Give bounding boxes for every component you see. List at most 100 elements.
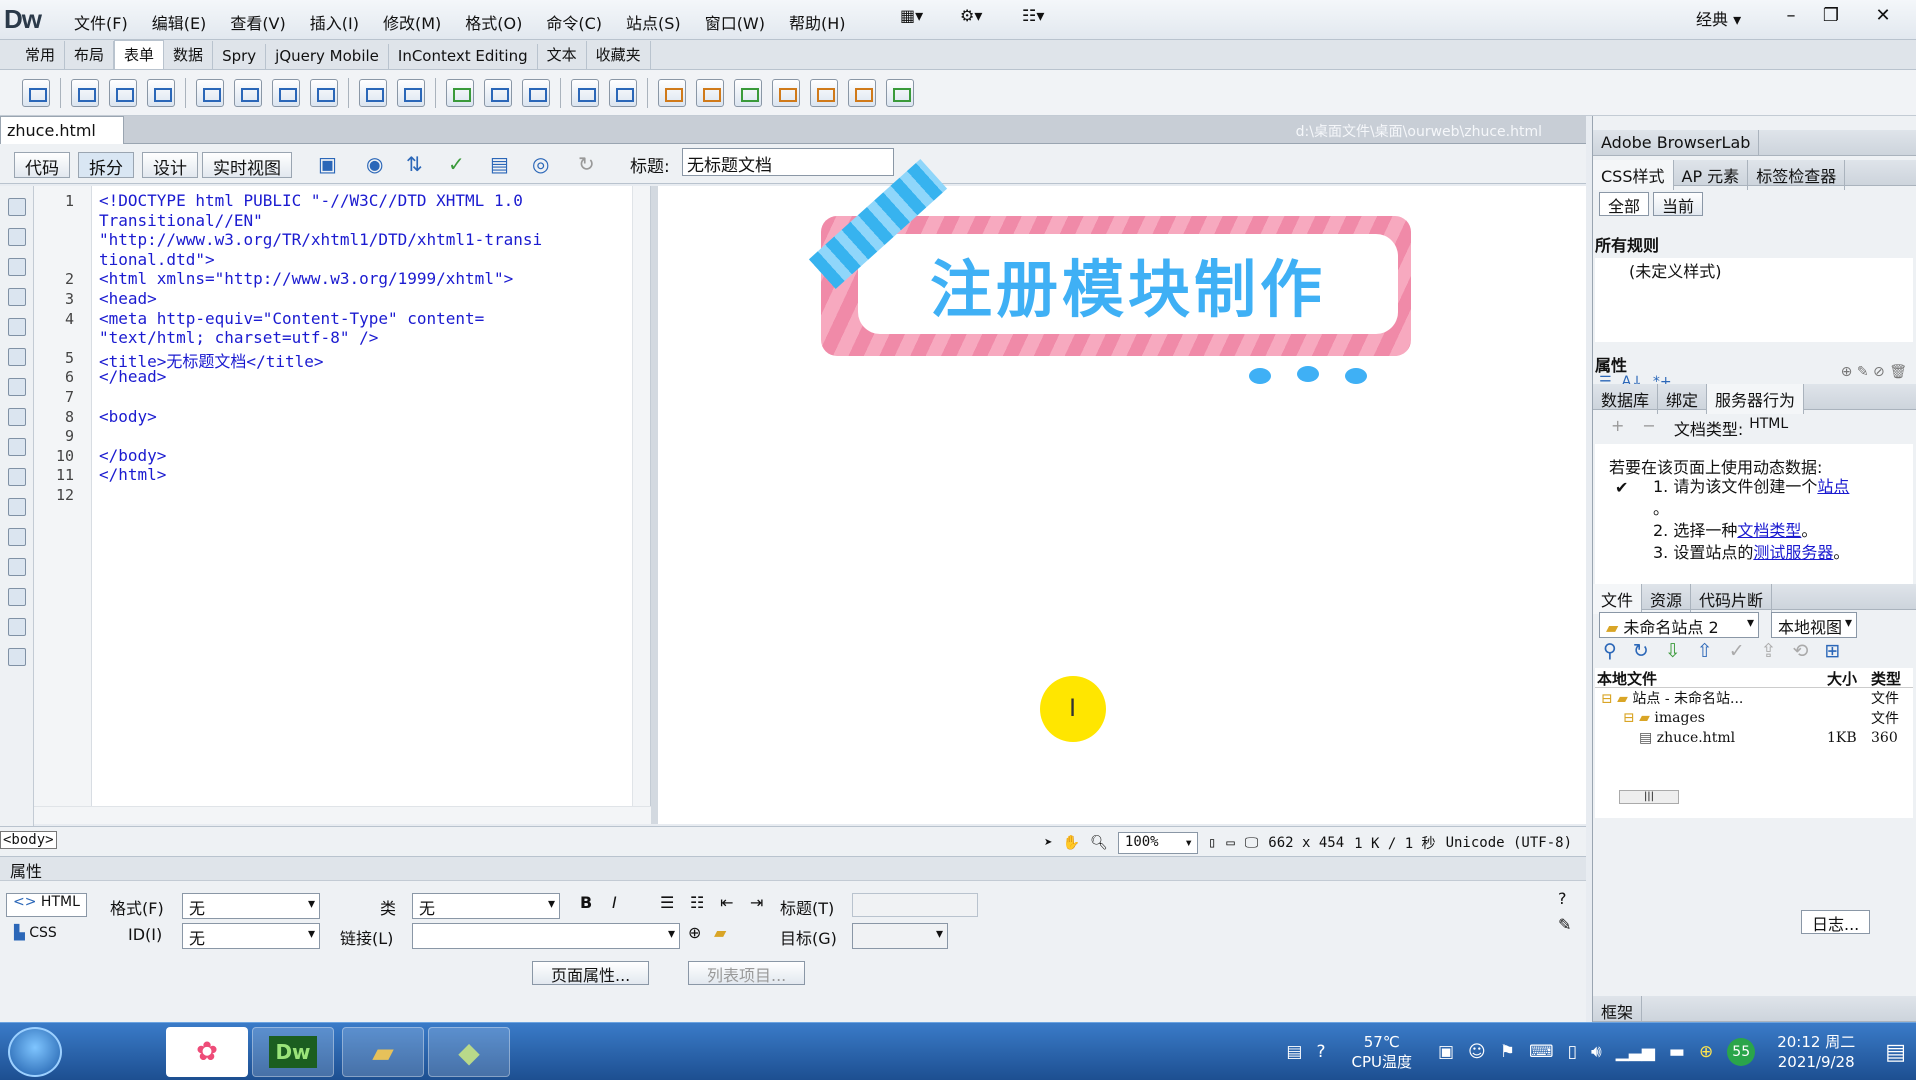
tag-selector[interactable]: <body> xyxy=(0,831,57,849)
select-parent-tag-icon[interactable] xyxy=(8,348,26,366)
menu-item[interactable]: 窗口(W) xyxy=(693,10,777,34)
italic-button[interactable]: I xyxy=(612,893,617,912)
hidden-field-icon[interactable] xyxy=(147,78,175,107)
button-icon[interactable] xyxy=(522,78,550,107)
zoom-select[interactable]: 100% xyxy=(1117,832,1198,854)
spry-select-icon[interactable] xyxy=(772,78,800,107)
check-in-icon[interactable]: ⇪ xyxy=(1761,640,1777,662)
spry-confirm-icon[interactable] xyxy=(848,78,876,107)
menu-item[interactable]: 修改(M) xyxy=(371,10,453,34)
html-mode-button[interactable]: <> HTML xyxy=(6,893,87,917)
validate-icon[interactable]: ✓ xyxy=(448,152,465,176)
help-step-link[interactable]: 文档类型 xyxy=(1737,521,1801,540)
radio-group-icon[interactable] xyxy=(310,78,338,107)
code-editor[interactable]: 1 2 3 4 5 6 7 8 9 10 11 12 <!DOCTYPE html PUBLIC "-… xyxy=(34,186,651,806)
tray-power-icon[interactable]: ▯ xyxy=(1568,1042,1577,1062)
code-view-button[interactable]: 代码 xyxy=(14,152,70,179)
css-current-button[interactable]: 当前 xyxy=(1653,192,1704,216)
page-properties-button[interactable]: 页面属性... xyxy=(532,961,650,985)
checkbox-icon[interactable] xyxy=(196,78,224,107)
remove-icon[interactable]: − xyxy=(1642,416,1655,440)
visual-aids-icon[interactable]: ▤ xyxy=(490,152,509,176)
collapse-tag-icon[interactable] xyxy=(8,258,26,276)
title-attr-input[interactable] xyxy=(852,893,978,917)
wrap-tag-icon[interactable] xyxy=(8,588,26,606)
live-view-button[interactable]: 实时视图 xyxy=(202,152,292,179)
connect-icon[interactable]: ⚲ xyxy=(1603,640,1617,662)
tray-help-icon[interactable]: ? xyxy=(1316,1042,1325,1062)
css-all-button[interactable]: 全部 xyxy=(1599,192,1650,216)
layout-icon[interactable]: ▦▾ xyxy=(900,6,923,25)
fieldset-icon[interactable] xyxy=(609,78,637,107)
balance-braces-icon[interactable] xyxy=(8,378,26,396)
clock-date[interactable]: 2021/9/28 xyxy=(1777,1052,1855,1072)
apply-comment-icon[interactable] xyxy=(8,528,26,546)
check-out-icon[interactable]: ✓ xyxy=(1729,640,1745,662)
spry-text-field-icon[interactable] xyxy=(658,78,686,107)
remove-comment-icon[interactable] xyxy=(8,558,26,576)
select-list-icon[interactable] xyxy=(359,78,387,107)
show-code-navigator-icon[interactable] xyxy=(8,228,26,246)
hand-tool-icon[interactable]: ✋ xyxy=(1063,835,1080,851)
point-to-file-icon[interactable]: ⊕ xyxy=(688,923,701,942)
form-icon[interactable] xyxy=(22,78,50,107)
browserlab-tab[interactable]: Adobe BrowserLab xyxy=(1593,130,1760,155)
server-panel-tab[interactable]: 绑定 xyxy=(1658,384,1708,414)
tray-network-icon[interactable]: ⌨ xyxy=(1529,1042,1554,1062)
help-icon[interactable]: ? xyxy=(1558,889,1567,908)
browse-folder-icon[interactable]: ▰ xyxy=(714,923,726,942)
tray-icon[interactable]: ▤ xyxy=(1286,1042,1302,1062)
checkbox-group-icon[interactable] xyxy=(234,78,262,107)
textarea-icon[interactable] xyxy=(109,78,137,107)
move-css-icon[interactable] xyxy=(8,648,26,666)
rule-item[interactable]: (未定义样式) xyxy=(1629,262,1722,281)
col-type[interactable]: 类型 xyxy=(1871,668,1901,688)
insert-tab[interactable]: 文本 xyxy=(538,41,587,69)
show-desktop-icon[interactable]: ▤ xyxy=(1885,1040,1906,1065)
col-local-files[interactable]: 本地文件 xyxy=(1595,668,1827,688)
format-select[interactable]: 无 xyxy=(182,893,320,919)
id-select[interactable]: 无 xyxy=(182,923,320,949)
site-icon[interactable]: ☷▾ xyxy=(1022,6,1044,25)
browser-preview-icon[interactable]: ◉ xyxy=(366,152,383,176)
add-icon[interactable]: + xyxy=(1611,416,1624,440)
css-panel-tab[interactable]: 标签检查器 xyxy=(1748,160,1846,190)
design-view[interactable]: 注册模块制作 I xyxy=(658,158,1586,824)
help-step-link[interactable]: 测试服务器 xyxy=(1753,543,1833,562)
rules-list[interactable]: (未定义样式) xyxy=(1595,258,1913,342)
file-management-icon[interactable]: ⇅ xyxy=(406,152,423,176)
multiscreen-icon[interactable]: ▣ xyxy=(318,152,337,176)
spry-password-icon[interactable] xyxy=(810,78,838,107)
list-item-button[interactable]: 列表项目... xyxy=(688,961,806,985)
files-panel-tab[interactable]: 文件 xyxy=(1593,584,1643,614)
spry-checkbox-icon[interactable] xyxy=(734,78,762,107)
start-button[interactable] xyxy=(8,1027,62,1077)
line-numbers-icon[interactable] xyxy=(8,408,26,426)
server-panel-tab[interactable]: 数据库 xyxy=(1593,384,1659,414)
taskbar-app-cloud[interactable]: ✿ xyxy=(166,1027,248,1077)
radio-icon[interactable] xyxy=(272,78,300,107)
link-input[interactable] xyxy=(412,923,680,949)
insert-tab[interactable]: 收藏夹 xyxy=(587,41,651,69)
highlight-invalid-icon[interactable] xyxy=(8,438,26,456)
tray-app-icon[interactable]: ▣ xyxy=(1438,1042,1454,1062)
tray-plus-icon[interactable]: ⊕ xyxy=(1699,1042,1713,1062)
file-tree-row[interactable]: ▤ zhuce.html 1KB 360 xyxy=(1595,728,1913,748)
taskbar-app-explorer[interactable]: ▰ xyxy=(342,1027,424,1077)
menu-item[interactable]: 格式(O) xyxy=(453,10,534,34)
desktop-size-icon[interactable]: 🖵︎ xyxy=(1245,835,1259,851)
restore-icon[interactable]: ❐ xyxy=(1810,0,1852,30)
split-divider[interactable] xyxy=(651,186,658,824)
help-step-link[interactable]: 站点 xyxy=(1817,477,1849,496)
quick-tag-editor-icon[interactable]: ✎ xyxy=(1558,915,1571,934)
signal-icon[interactable]: ▁▃▅ xyxy=(1616,1042,1655,1062)
frames-panel[interactable]: 框架 xyxy=(1593,996,1916,1026)
split-view-button[interactable]: 拆分 xyxy=(78,152,134,179)
sync-icon[interactable]: ⟲ xyxy=(1793,640,1809,662)
css-panel-tab[interactable]: CSS样式 xyxy=(1593,160,1674,190)
collapse-selection-icon[interactable] xyxy=(8,288,26,306)
file-tree-row[interactable]: ⊟ ▰ 站点 - 未命名站... 文件 xyxy=(1595,688,1913,708)
files-panel-tab[interactable]: 代码片断 xyxy=(1691,584,1773,614)
taskbar-app-dreamweaver[interactable]: Dw xyxy=(252,1027,334,1077)
image-field-icon[interactable] xyxy=(446,78,474,107)
